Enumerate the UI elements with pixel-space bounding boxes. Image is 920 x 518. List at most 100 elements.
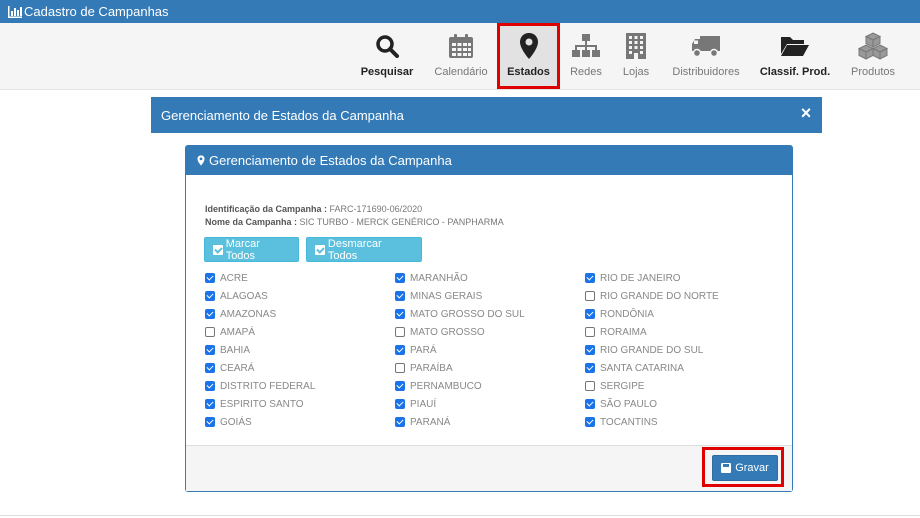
state-checkbox-item[interactable]: MARANHÃO bbox=[395, 269, 595, 287]
state-checkbox-item[interactable]: SÃO PAULO bbox=[585, 395, 785, 413]
state-label: PERNAMBUCO bbox=[410, 380, 482, 392]
checkbox-checked[interactable] bbox=[395, 291, 405, 301]
save-highlight: Gravar bbox=[702, 447, 784, 487]
app-title: Cadastro de Campanhas bbox=[24, 4, 169, 19]
state-checkbox-item[interactable]: PARANÁ bbox=[395, 413, 595, 431]
campaign-id-value: FARC-171690-06/2020 bbox=[329, 204, 423, 214]
states-column-3: RIO DE JANEIRO RIO GRANDE DO NORTE RONDÔNI… bbox=[585, 269, 785, 431]
toolbar-redes[interactable]: Redes bbox=[567, 23, 605, 90]
campaign-name-label: Nome da Campanha : bbox=[205, 217, 298, 227]
state-checkbox-item[interactable]: GOIÁS bbox=[205, 413, 405, 431]
state-checkbox-item[interactable]: RIO DE JANEIRO bbox=[585, 269, 785, 287]
checkbox-checked[interactable] bbox=[205, 291, 215, 301]
state-checkbox-item[interactable]: DISTRITO FEDERAL bbox=[205, 377, 405, 395]
check-square-icon bbox=[213, 244, 223, 255]
state-checkbox-item[interactable]: MINAS GERAIS bbox=[395, 287, 595, 305]
checkbox-checked[interactable] bbox=[205, 309, 215, 319]
state-checkbox-item[interactable]: RIO GRANDE DO SUL bbox=[585, 341, 785, 359]
checkbox-checked[interactable] bbox=[395, 417, 405, 427]
toolbar-calendario[interactable]: Calendário bbox=[430, 23, 492, 90]
state-checkbox-item[interactable]: RONDÔNIA bbox=[585, 305, 785, 323]
toolbar-lojas[interactable]: Lojas bbox=[618, 23, 654, 90]
mark-all-button[interactable]: Marcar Todos bbox=[204, 237, 299, 262]
sitemap-icon bbox=[572, 34, 600, 57]
state-label: MARANHÃO bbox=[410, 272, 468, 284]
checkbox-checked[interactable] bbox=[395, 381, 405, 391]
save-button[interactable]: Gravar bbox=[712, 455, 778, 481]
state-checkbox-item[interactable]: MATO GROSSO bbox=[395, 323, 595, 341]
state-checkbox-item[interactable]: PARAÍBA bbox=[395, 359, 595, 377]
search-icon bbox=[376, 35, 399, 58]
toolbar-label: Classif. Prod. bbox=[759, 66, 831, 78]
checkbox-unchecked[interactable] bbox=[585, 291, 595, 301]
toolbar-pesquisar[interactable]: Pesquisar bbox=[358, 23, 416, 90]
state-label: DISTRITO FEDERAL bbox=[220, 380, 316, 392]
checkbox-checked[interactable] bbox=[585, 399, 595, 409]
save-label: Gravar bbox=[735, 462, 769, 474]
toolbar-label: Lojas bbox=[622, 66, 650, 78]
checkbox-checked[interactable] bbox=[395, 273, 405, 283]
checkbox-checked[interactable] bbox=[205, 417, 215, 427]
state-checkbox-item[interactable]: ESPIRITO SANTO bbox=[205, 395, 405, 413]
unmark-all-button[interactable]: Desmarcar Todos bbox=[306, 237, 422, 262]
state-checkbox-item[interactable]: RIO GRANDE DO NORTE bbox=[585, 287, 785, 305]
checkbox-checked[interactable] bbox=[205, 363, 215, 373]
state-checkbox-item[interactable]: AMAZONAS bbox=[205, 305, 405, 323]
states-column-2: MARANHÃO MINAS GERAIS MATO GROSSO DO SUL MA… bbox=[395, 269, 595, 431]
checkbox-unchecked[interactable] bbox=[585, 327, 595, 337]
state-checkbox-item[interactable]: BAHIA bbox=[205, 341, 405, 359]
state-checkbox-item[interactable]: PARÁ bbox=[395, 341, 595, 359]
map-marker-icon bbox=[519, 33, 538, 59]
campaign-id-label: Identificação da Campanha : bbox=[205, 204, 328, 214]
toolbar-classif-prod[interactable]: Classif. Prod. bbox=[758, 23, 832, 90]
toolbar-distribuidores[interactable]: Distribuidores bbox=[668, 23, 744, 90]
checkbox-checked[interactable] bbox=[585, 417, 595, 427]
state-label: SANTA CATARINA bbox=[600, 362, 684, 374]
checkbox-checked[interactable] bbox=[585, 309, 595, 319]
checkbox-checked[interactable] bbox=[395, 399, 405, 409]
state-checkbox-item[interactable]: ACRE bbox=[205, 269, 405, 287]
state-checkbox-item[interactable]: PERNAMBUCO bbox=[395, 377, 595, 395]
toolbar-produtos[interactable]: Produtos bbox=[846, 23, 900, 90]
checkbox-checked[interactable] bbox=[585, 345, 595, 355]
state-label: AMAPÁ bbox=[220, 326, 256, 338]
checkbox-checked[interactable] bbox=[585, 363, 595, 373]
toolbar-label: Produtos bbox=[850, 66, 896, 78]
checkbox-checked[interactable] bbox=[205, 273, 215, 283]
state-label: PARAÍBA bbox=[410, 362, 453, 374]
checkbox-unchecked[interactable] bbox=[205, 327, 215, 337]
checkbox-checked[interactable] bbox=[395, 309, 405, 319]
toolbar-estados[interactable]: Estados bbox=[497, 23, 560, 89]
checkbox-checked[interactable] bbox=[395, 345, 405, 355]
campaign-name-value: SIC TURBO - MERCK GENÉRICO - PANPHARMA bbox=[299, 217, 504, 227]
state-checkbox-item[interactable]: SERGIPE bbox=[585, 377, 785, 395]
map-marker-icon bbox=[197, 155, 205, 166]
mark-all-label: Marcar Todos bbox=[225, 237, 260, 262]
state-label: ESPIRITO SANTO bbox=[220, 398, 304, 410]
checkbox-unchecked[interactable] bbox=[395, 327, 405, 337]
toolbar-label: Pesquisar bbox=[360, 66, 414, 78]
floppy-disk-icon bbox=[721, 463, 732, 473]
state-label: GOIÁS bbox=[220, 416, 252, 428]
state-checkbox-item[interactable]: MATO GROSSO DO SUL bbox=[395, 305, 595, 323]
state-checkbox-item[interactable]: ALAGOAS bbox=[205, 287, 405, 305]
state-checkbox-item[interactable]: AMAPÁ bbox=[205, 323, 405, 341]
state-label: RIO GRANDE DO NORTE bbox=[600, 290, 719, 302]
modal-header: Gerenciamento de Estados da Campanha × bbox=[151, 97, 822, 133]
checkbox-checked[interactable] bbox=[205, 345, 215, 355]
close-icon[interactable]: × bbox=[797, 104, 815, 122]
checkbox-checked[interactable] bbox=[205, 381, 215, 391]
state-checkbox-item[interactable]: PIAUÍ bbox=[395, 395, 595, 413]
checkbox-unchecked[interactable] bbox=[585, 381, 595, 391]
panel-title: Gerenciamento de Estados da Campanha bbox=[209, 153, 452, 168]
state-checkbox-item[interactable]: TOCANTINS bbox=[585, 413, 785, 431]
state-checkbox-item[interactable]: SANTA CATARINA bbox=[585, 359, 785, 377]
state-checkbox-item[interactable]: RORAIMA bbox=[585, 323, 785, 341]
checkbox-checked[interactable] bbox=[585, 273, 595, 283]
checkbox-unchecked[interactable] bbox=[395, 363, 405, 373]
state-checkbox-item[interactable]: CEARÁ bbox=[205, 359, 405, 377]
state-label: ALAGOAS bbox=[220, 290, 268, 302]
checkbox-checked[interactable] bbox=[205, 399, 215, 409]
state-label: ACRE bbox=[220, 272, 248, 284]
state-label: MATO GROSSO DO SUL bbox=[410, 308, 525, 320]
